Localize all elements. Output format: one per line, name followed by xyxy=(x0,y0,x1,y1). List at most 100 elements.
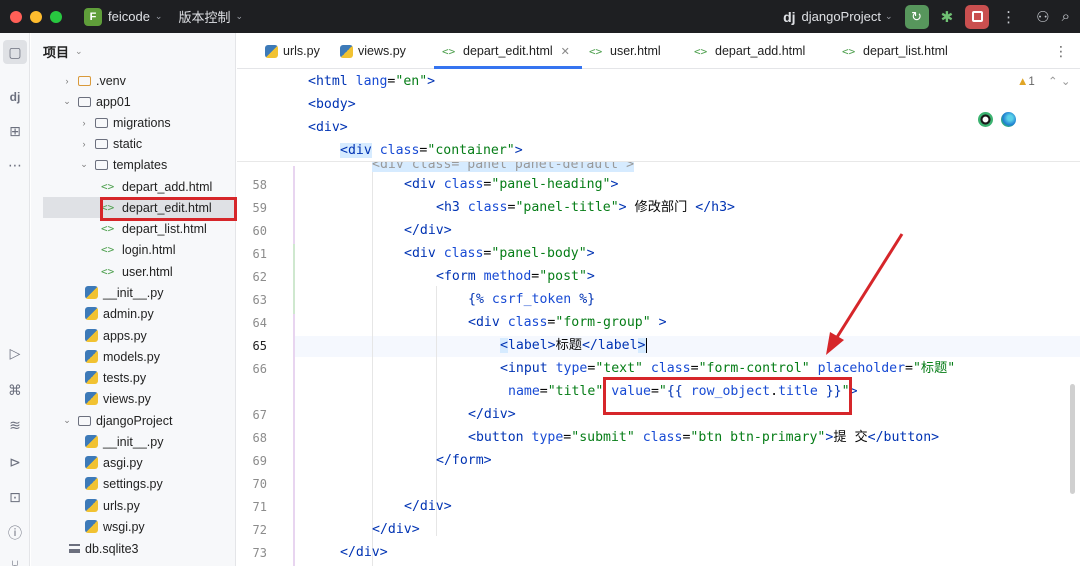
project-badge[interactable]: F xyxy=(84,7,102,26)
python-file-icon xyxy=(85,286,98,299)
tree-item[interactable]: › migrations xyxy=(31,112,235,133)
sticky-line-55: <div> xyxy=(308,120,348,135)
project-panel-header[interactable]: 项目 ⌄ xyxy=(31,33,235,69)
python-file-icon xyxy=(85,350,98,363)
chevron-down-icon: ⌄ xyxy=(885,11,893,21)
pycharm-browser-icon[interactable] xyxy=(978,112,993,127)
expand-arrow-icon[interactable]: › xyxy=(78,139,90,149)
sticky-line-56: <div class="container"> xyxy=(340,143,523,158)
tree-item[interactable]: asgi.py xyxy=(31,452,235,473)
tree-item[interactable]: db.sqlite3 xyxy=(31,538,235,559)
python-file-icon xyxy=(85,307,98,320)
code-line-60: </div> xyxy=(404,223,452,238)
tree-item[interactable]: ⌄ app01 xyxy=(31,91,235,112)
editor-tab[interactable]: <> depart_add.html xyxy=(694,33,805,69)
tree-item-label: login.html xyxy=(122,242,176,257)
tree-item[interactable]: ⌄ djangoProject xyxy=(31,410,235,431)
minimize-window-button[interactable] xyxy=(30,10,42,23)
python-console-icon[interactable]: ⌘ xyxy=(3,378,27,402)
layers-icon[interactable]: ≋ xyxy=(3,413,27,437)
python-file-icon xyxy=(85,435,98,448)
expand-arrow-icon[interactable]: ⌄ xyxy=(61,415,73,426)
tree-item-label: static xyxy=(113,136,143,151)
editor-tab[interactable]: <> user.html xyxy=(589,33,661,69)
close-window-button[interactable] xyxy=(10,10,22,23)
editor-tab[interactable]: urls.py xyxy=(265,33,320,69)
tree-item[interactable]: › .venv xyxy=(31,70,235,91)
vertical-scrollbar[interactable] xyxy=(1070,384,1075,494)
tree-item[interactable]: __init__.py xyxy=(31,282,235,303)
code-line-58: <div class="panel-heading"> xyxy=(404,177,619,192)
editor-tab[interactable]: <> depart_list.html xyxy=(842,33,948,69)
html-file-icon: <> xyxy=(694,44,708,58)
structure-icon[interactable]: ⊞ xyxy=(3,119,27,143)
tree-item[interactable]: admin.py xyxy=(31,303,235,324)
python-file-icon xyxy=(85,520,98,533)
expand-arrow-icon[interactable]: ⌄ xyxy=(61,96,73,107)
tree-item-label: asgi.py xyxy=(103,455,143,470)
stop-icon xyxy=(971,11,983,22)
expand-arrow-icon[interactable]: › xyxy=(78,118,90,128)
rerun-button[interactable]: ↻ xyxy=(904,4,929,29)
tree-item[interactable]: <> depart_list.html xyxy=(31,218,235,239)
tree-item[interactable]: wsgi.py xyxy=(31,516,235,537)
html-file-icon: <> xyxy=(101,180,115,193)
run-icon[interactable]: ▷ xyxy=(3,341,27,365)
more-tools-icon[interactable]: ⋯ xyxy=(3,153,27,177)
line-number: 63 xyxy=(252,293,267,307)
debug-icon[interactable]: ✱ xyxy=(941,8,954,26)
tree-item[interactable]: views.py xyxy=(31,388,235,409)
django-structure-icon[interactable]: dj xyxy=(3,85,27,109)
tree-item[interactable]: settings.py xyxy=(31,473,235,494)
more-menu-icon[interactable]: ⋮ xyxy=(1001,8,1016,26)
zoom-window-button[interactable] xyxy=(50,10,62,23)
run-config-selector[interactable]: djangoProject xyxy=(802,9,882,24)
more-tabs-icon[interactable]: ⋮ xyxy=(1054,43,1068,60)
chevron-down-icon: ⌄ xyxy=(235,11,244,21)
warning-count: 1 xyxy=(1028,76,1035,88)
tree-item[interactable]: urls.py xyxy=(31,495,235,516)
terminal-icon[interactable]: ⊡ xyxy=(3,485,27,509)
editor-tab[interactable]: views.py xyxy=(340,33,406,69)
expand-arrow-icon[interactable]: › xyxy=(61,76,73,86)
close-tab-icon[interactable]: ✕ xyxy=(561,45,570,58)
tree-item-label: urls.py xyxy=(103,498,140,513)
tree-item[interactable]: <> login.html xyxy=(31,239,235,260)
chevron-up-icon[interactable]: ⌃ xyxy=(1048,76,1058,88)
line-number: 62 xyxy=(252,270,267,284)
problems-icon[interactable]: ⓘ xyxy=(3,521,27,545)
line-number: 73 xyxy=(252,546,267,560)
project-name[interactable]: feicode xyxy=(108,9,150,24)
tree-item[interactable]: models.py xyxy=(31,346,235,367)
edge-browser-icon[interactable] xyxy=(1001,112,1016,127)
tree-item[interactable]: apps.py xyxy=(31,325,235,346)
editor-tab[interactable]: <> depart_edit.html ✕ xyxy=(434,33,582,69)
chevron-down-icon[interactable]: ⌄ xyxy=(1061,76,1071,88)
tree-item-label: admin.py xyxy=(103,306,154,321)
tree-item[interactable]: <> user.html xyxy=(31,261,235,282)
python-file-icon xyxy=(85,456,98,469)
tree-item[interactable]: › static xyxy=(31,133,235,154)
search-icon[interactable]: ⌕ xyxy=(1062,8,1070,25)
tree-item[interactable]: __init__.py xyxy=(31,431,235,452)
tree-item[interactable]: <> depart_add.html xyxy=(31,176,235,197)
vcs-menu[interactable]: 版本控制 xyxy=(178,7,230,26)
vcs-icon[interactable]: ⑂ xyxy=(3,553,27,566)
tab-label: user.html xyxy=(610,44,661,58)
tree-item[interactable]: tests.py xyxy=(31,367,235,388)
project-panel-title: 项目 xyxy=(43,44,70,60)
add-user-icon[interactable]: ⚇ xyxy=(1036,8,1049,26)
html-file-icon: <> xyxy=(842,44,856,58)
services-icon[interactable]: ⊳ xyxy=(3,450,27,474)
folder-icon xyxy=(78,96,91,107)
sticky-line-17: <body> xyxy=(308,97,356,112)
project-tool-icon[interactable]: ▢ xyxy=(3,40,27,64)
warning-icon: ▲ xyxy=(1017,76,1029,88)
warning-indicator[interactable]: ▲1 ⌃ ⌄ xyxy=(1017,74,1070,88)
expand-arrow-icon[interactable]: ⌄ xyxy=(78,159,90,170)
python-file-icon xyxy=(85,392,98,405)
tree-item[interactable]: ⌄ templates xyxy=(31,154,235,175)
code-line-68: <button type="submit" class="btn btn-pri… xyxy=(468,430,940,445)
python-file-icon xyxy=(85,499,98,512)
stop-button[interactable] xyxy=(965,4,990,29)
